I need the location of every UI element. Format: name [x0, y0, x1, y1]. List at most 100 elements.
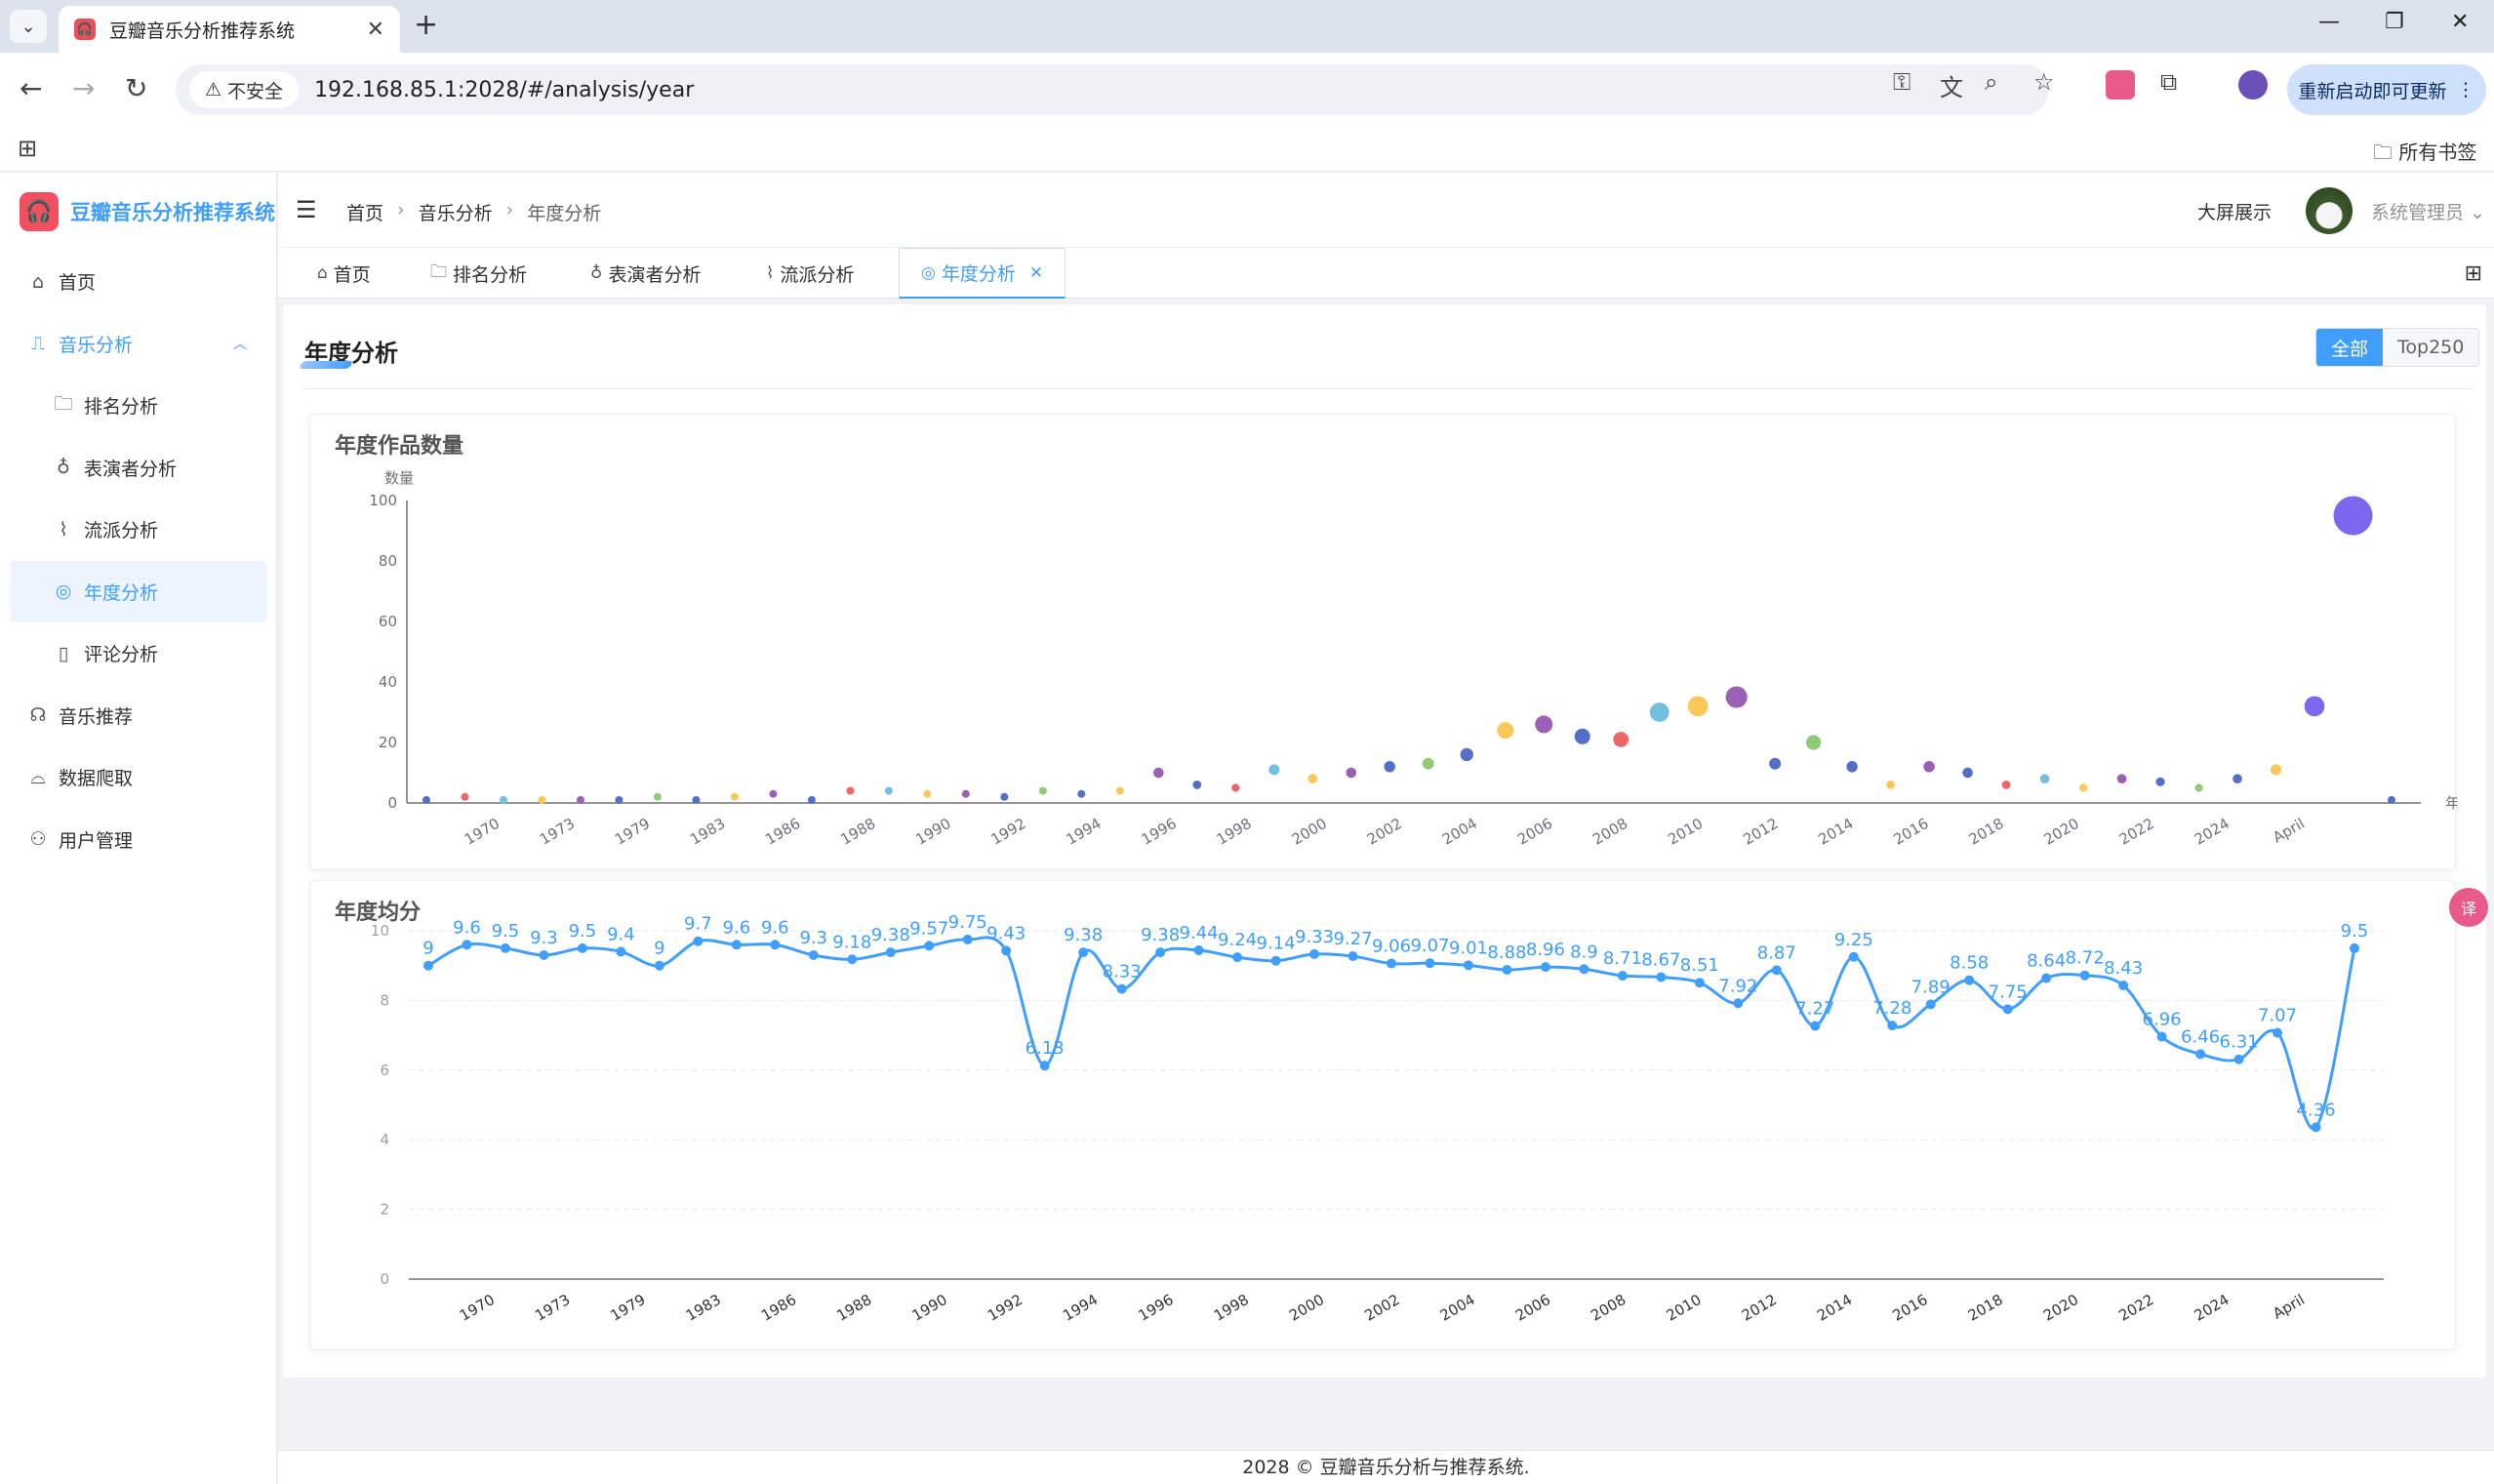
browser-tab[interactable]: 🎧 豆瓣音乐分析推荐系统 ✕	[59, 6, 400, 53]
sidebar-item-comments[interactable]: ▯ 评论分析	[0, 622, 276, 685]
main-content: 年度分析 全部 Top250 020406080100数量年度197019731…	[283, 304, 2486, 1378]
data-point	[1771, 965, 1782, 976]
key-icon[interactable]: ⚿	[1893, 68, 1911, 96]
translate-float-icon[interactable]: 译	[2449, 888, 2488, 927]
y-tick-label: 80	[379, 552, 397, 570]
url-text[interactable]: 192.168.85.1:2028/#/analysis/year	[314, 78, 694, 102]
sidebar-item-home[interactable]: ⌂ 首页	[0, 251, 276, 313]
scatter-point	[1115, 786, 1124, 795]
sidebar-item-year[interactable]: ◎ 年度分析	[10, 560, 266, 622]
tag-label: 年度分析	[941, 263, 1016, 285]
x-tick-label: 2010	[1665, 815, 1706, 849]
data-point	[2156, 1031, 2167, 1042]
scatter-point	[1574, 728, 1590, 744]
apps-grid-icon[interactable]: ⊞	[18, 135, 37, 162]
tab-search-chevron-icon[interactable]: ⌄	[10, 10, 47, 43]
data-point	[1887, 1021, 1898, 1031]
scatter-point	[1649, 702, 1669, 722]
avatar[interactable]	[2306, 187, 2353, 234]
breadcrumb-item[interactable]: 首页	[346, 199, 383, 225]
close-tag-icon[interactable]: ✕	[1029, 263, 1043, 283]
new-tab-icon[interactable]: +	[414, 10, 438, 41]
update-button[interactable]: 重新启动即可更新 ⋮	[2287, 64, 2486, 115]
star-icon[interactable]: ☆	[2033, 68, 2055, 96]
data-point	[731, 940, 742, 950]
data-label: 8.43	[2104, 958, 2143, 979]
y-tick-label: 40	[379, 673, 397, 691]
toggle-all-button[interactable]: 全部	[2316, 329, 2384, 366]
paperclip-icon: ⌇	[766, 263, 775, 283]
sidebar-item-ranking[interactable]: 🗀 排名分析	[0, 375, 276, 437]
cake-icon: ⌓	[30, 766, 46, 788]
omnibox[interactable]: ⚠ 不安全 192.168.85.1:2028/#/analysis/year	[176, 64, 2049, 115]
user-icon: ⚇	[29, 828, 47, 851]
user-name: 系统管理员	[2371, 202, 2465, 223]
tag-genre[interactable]: ⌇ 流派分析	[766, 248, 854, 299]
x-tick-label: 1986	[758, 1291, 799, 1325]
scatter-point	[1613, 732, 1629, 747]
user-dropdown[interactable]: 系统管理员 ⌄	[2371, 198, 2485, 224]
restore-icon[interactable]: ❐	[2385, 10, 2404, 34]
grid-icon[interactable]: ⊞	[2465, 261, 2482, 286]
sidebar-item-crawler[interactable]: ⌓ 数据爬取	[0, 746, 276, 809]
avg-chart-title: 年度均分	[335, 901, 422, 925]
zoom-icon[interactable]: ⌕	[1985, 68, 1997, 96]
sidebar-item-genre[interactable]: ⌇ 流派分析	[0, 499, 276, 561]
data-label: 9.3	[799, 928, 827, 948]
app-logo[interactable]: 🎧 豆瓣音乐分析推荐系统	[0, 173, 276, 251]
data-point	[1810, 1021, 1821, 1031]
x-axis-label: 年度	[2445, 794, 2457, 812]
x-tick-label: 1986	[762, 815, 803, 849]
sidebar-item-recommend[interactable]: ☊ 音乐推荐	[0, 685, 276, 747]
data-label: 9.27	[1333, 929, 1372, 949]
y-tick-label: 20	[379, 734, 397, 751]
sidebar-item-performer[interactable]: ♁ 表演者分析	[0, 437, 276, 500]
data-label: 6.46	[2181, 1026, 2220, 1047]
tag-year[interactable]: ◎ 年度分析 ✕	[899, 248, 1066, 299]
back-icon[interactable]: ←	[20, 72, 42, 104]
security-chip[interactable]: ⚠ 不安全	[189, 71, 300, 108]
puzzle-icon[interactable]: ⧉	[2160, 68, 2177, 96]
x-tick-label: 2010	[1664, 1291, 1705, 1325]
data-point	[1078, 947, 1089, 958]
chevron-down-icon: ⌄	[2470, 202, 2485, 223]
forward-icon[interactable]: →	[72, 72, 95, 104]
data-label: 9.24	[1218, 930, 1257, 950]
toggle-top250-button[interactable]: Top250	[2383, 329, 2479, 366]
scatter-point	[1923, 761, 1935, 773]
tag-label: 表演者分析	[608, 263, 702, 286]
sidebar-item-users[interactable]: ⚇ 用户管理	[0, 809, 276, 871]
big-screen-link[interactable]: 大屏展示	[2197, 198, 2272, 224]
x-tick-label: 2024	[2192, 815, 2233, 849]
data-label: 9.38	[1064, 925, 1103, 945]
y-tick-label: 60	[379, 613, 397, 630]
scatter-point	[576, 795, 584, 804]
minimize-icon[interactable]: —	[2318, 10, 2340, 34]
sidebar-item-label: 流派分析	[84, 520, 159, 542]
reload-icon[interactable]: ↻	[125, 72, 147, 104]
menu-toggle-icon[interactable]: ☰	[296, 196, 317, 223]
scatter-point	[1422, 757, 1434, 770]
data-point	[654, 960, 664, 971]
tag-home[interactable]: ⌂ 首页	[317, 248, 371, 299]
x-tick-label: April	[2270, 815, 2308, 847]
x-tick-label: 1983	[683, 1291, 724, 1325]
data-label: 8.64	[2027, 951, 2066, 972]
translate-icon[interactable]: 文	[1940, 68, 1963, 102]
tag-performer[interactable]: ♁ 表演者分析	[590, 248, 701, 299]
extension-translate-icon[interactable]	[2106, 70, 2135, 100]
breadcrumb-item[interactable]: 音乐分析	[419, 199, 493, 225]
presentation-icon: ⎍	[31, 333, 45, 355]
data-point	[2079, 970, 2090, 981]
profile-avatar-icon[interactable]	[2238, 70, 2268, 100]
x-tick-label: 2014	[1814, 1291, 1855, 1325]
data-point	[1193, 944, 1204, 955]
close-tab-icon[interactable]: ✕	[367, 18, 384, 42]
close-window-icon[interactable]: ✕	[2451, 10, 2469, 34]
all-bookmarks[interactable]: 🗀 所有书签	[2373, 137, 2476, 172]
tag-ranking[interactable]: 🗀 排名分析	[430, 248, 527, 299]
x-tick-label: 2004	[1437, 1291, 1478, 1325]
sidebar-item-music-analysis[interactable]: ⎍ 音乐分析 ︿	[0, 313, 276, 376]
x-tick-label: 1988	[837, 815, 878, 849]
breadcrumb-separator-icon: ›	[505, 199, 514, 221]
